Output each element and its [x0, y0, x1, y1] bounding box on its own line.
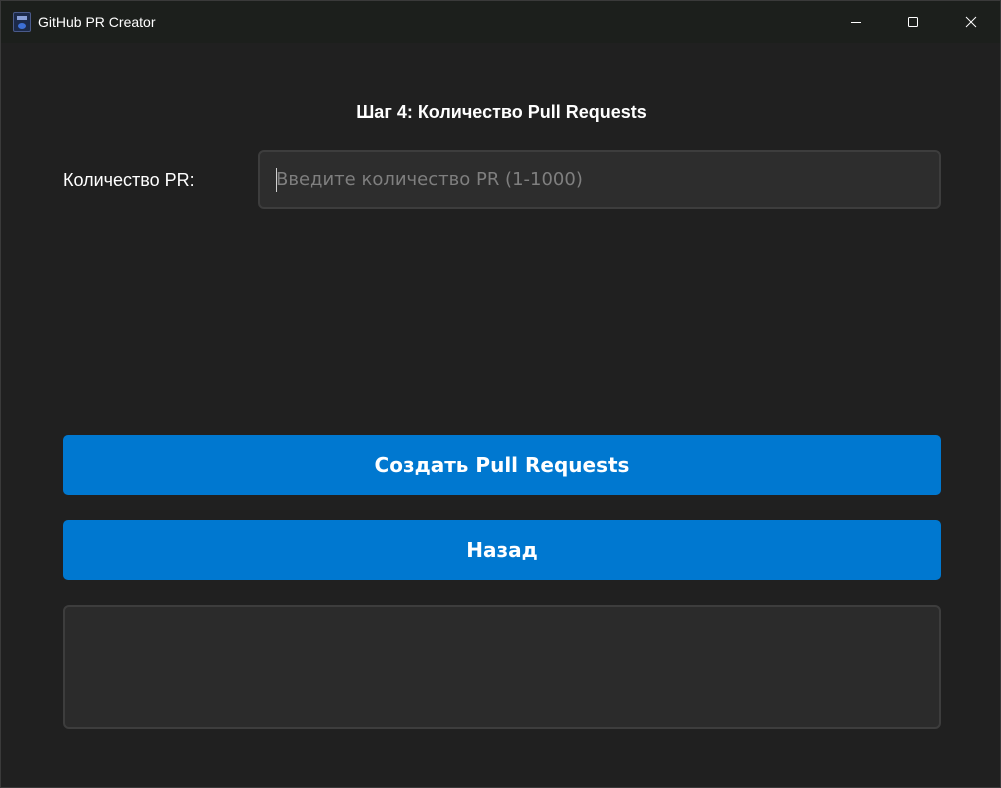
back-button[interactable]: Назад — [63, 520, 941, 580]
minimize-button[interactable] — [827, 1, 885, 43]
close-icon — [965, 16, 977, 28]
close-button[interactable] — [942, 1, 1000, 43]
maximize-icon — [908, 17, 918, 27]
maximize-button[interactable] — [884, 1, 942, 43]
app-logo-icon — [13, 12, 31, 32]
output-log[interactable] — [63, 605, 941, 729]
pr-count-label: Количество PR: — [63, 170, 195, 190]
pr-count-input[interactable] — [258, 150, 941, 209]
create-pull-requests-button[interactable]: Создать Pull Requests — [63, 435, 941, 495]
step-heading: Шаг 4: Количество Pull Requests — [356, 102, 647, 122]
title-bar[interactable]: GitHub PR Creator — [1, 1, 1000, 43]
text-caret — [276, 168, 277, 192]
minimize-icon — [851, 22, 861, 23]
window-title: GitHub PR Creator — [38, 14, 156, 30]
app-window: GitHub PR Creator Шаг 4: Количество Pull… — [0, 0, 1001, 788]
